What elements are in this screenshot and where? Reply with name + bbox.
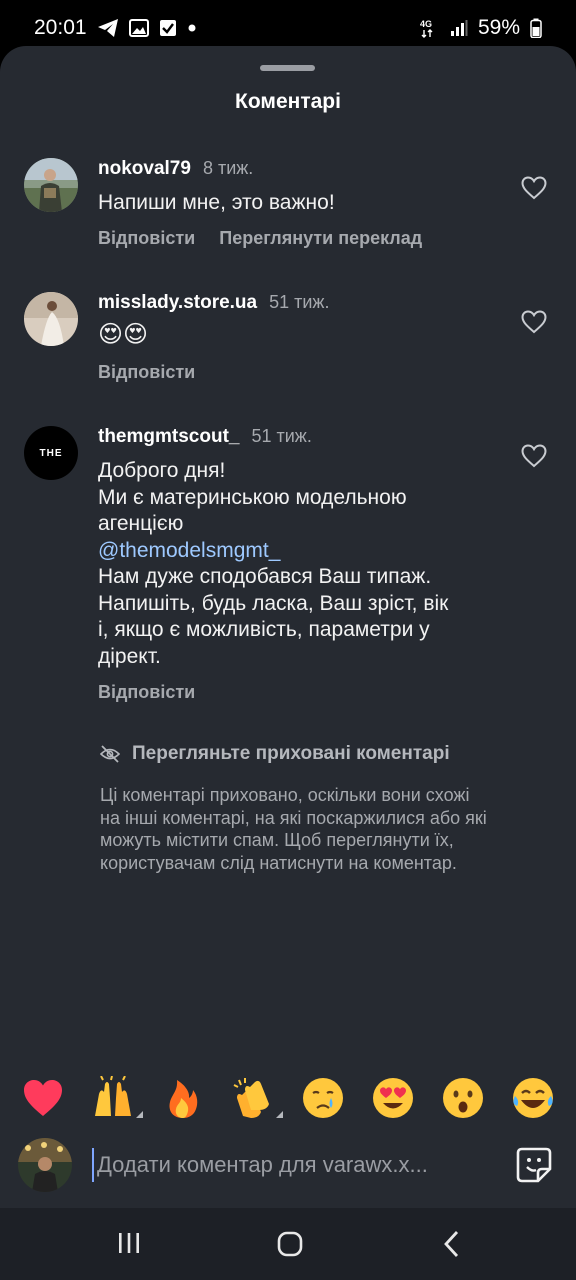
comment-text: Доброго дня! Ми є материнською модельною… bbox=[98, 458, 498, 670]
heart-reaction-icon[interactable] bbox=[21, 1076, 65, 1120]
comment-time: 8 тиж. bbox=[202, 158, 254, 178]
quick-reactions-bar bbox=[0, 1075, 576, 1120]
description-line: Ці коментарі приховано, оскільки вони сх… bbox=[100, 785, 470, 805]
hidden-comments-description: Ці коментарі приховано, оскільки вони сх… bbox=[100, 784, 550, 874]
comment-actions: Відповісти bbox=[98, 362, 195, 383]
laughing-tears-reaction-icon[interactable] bbox=[511, 1076, 555, 1120]
description-line: на інші коментарі, на які поскаржилися а… bbox=[100, 807, 487, 828]
status-time: 20:01 bbox=[34, 16, 87, 39]
avatar[interactable] bbox=[24, 292, 78, 346]
like-heart-icon[interactable] bbox=[521, 444, 547, 468]
comment-username[interactable]: nokoval79 bbox=[98, 158, 191, 180]
hidden-comments-title: Перегляньте приховані коментарі bbox=[132, 743, 450, 764]
my-avatar bbox=[18, 1138, 72, 1192]
battery-icon bbox=[530, 18, 542, 38]
network-icon: 4G bbox=[420, 18, 440, 38]
comment-header: nokoval79 8 тиж. bbox=[98, 158, 253, 180]
status-left: 20:01 bbox=[34, 16, 197, 40]
clapping-hands-reaction-icon[interactable] bbox=[231, 1076, 283, 1120]
comment-actions: Відповісти Переглянути переклад bbox=[98, 228, 422, 249]
comment-line: Ми є материнською модельною bbox=[98, 485, 407, 509]
gallery-icon bbox=[128, 19, 149, 37]
reply-button[interactable]: Відповісти bbox=[98, 362, 195, 383]
comment-line: Напишіть, будь ласка, Ваш зріст, вік bbox=[98, 591, 449, 615]
comments-sheet: Коментарі nokoval79 8 тиж. Напиши мне, э… bbox=[0, 46, 576, 1208]
signal-icon bbox=[450, 19, 468, 37]
like-heart-icon[interactable] bbox=[521, 176, 547, 200]
expand-triangle-icon bbox=[136, 1111, 143, 1118]
like-heart-icon[interactable] bbox=[521, 310, 547, 334]
telegram-icon bbox=[97, 18, 119, 38]
description-line: можуть містити спам. Щоб переглянути їх, bbox=[100, 830, 454, 850]
comment-actions: Відповісти bbox=[98, 682, 195, 703]
comment-username[interactable]: misslady.store.ua bbox=[98, 292, 257, 314]
comment-line: і, якщо є можливість, параметри у bbox=[98, 618, 430, 641]
avatar[interactable]: THE bbox=[24, 426, 78, 480]
expand-triangle-icon bbox=[276, 1111, 283, 1118]
eye-slash-icon bbox=[100, 745, 120, 763]
raised-hands-reaction-icon[interactable] bbox=[91, 1075, 143, 1120]
heart-eyes-reaction-icon[interactable] bbox=[371, 1076, 415, 1120]
back-button[interactable] bbox=[440, 1230, 464, 1263]
comment-text: Напиши мне, это важно! bbox=[98, 190, 498, 217]
system-navigation-bar bbox=[0, 1208, 576, 1280]
home-button[interactable] bbox=[276, 1230, 304, 1263]
avatar[interactable] bbox=[24, 158, 78, 212]
reply-button[interactable]: Відповісти bbox=[98, 228, 195, 249]
recent-apps-button[interactable] bbox=[116, 1230, 142, 1261]
comment-time: 51 тиж. bbox=[269, 292, 330, 312]
comment-username[interactable]: themgmtscout_ bbox=[98, 426, 239, 448]
checkbox-icon bbox=[159, 19, 177, 37]
status-right: 4G 4G 59% bbox=[420, 16, 542, 40]
comment-time: 51 тиж. bbox=[251, 426, 312, 446]
dot-icon bbox=[187, 23, 197, 33]
comment-line: дірект. bbox=[98, 644, 161, 668]
surprised-face-reaction-icon[interactable] bbox=[441, 1076, 485, 1120]
view-hidden-comments-button[interactable]: Перегляньте приховані коментарі bbox=[100, 743, 450, 765]
comment-line: Доброго дня! bbox=[98, 459, 226, 482]
crying-face-reaction-icon[interactable] bbox=[301, 1076, 345, 1120]
comment-line: агенцією bbox=[98, 512, 184, 535]
comment-header: themgmtscout_ 51 тиж. bbox=[98, 426, 312, 448]
avatar-logo-text: THE bbox=[39, 447, 63, 459]
sheet-grabber[interactable] bbox=[260, 65, 315, 71]
comment-emoji: 😍😍 bbox=[98, 321, 149, 348]
sticker-icon[interactable] bbox=[514, 1145, 554, 1185]
fire-reaction-icon[interactable] bbox=[161, 1076, 205, 1120]
comment-composer bbox=[0, 1136, 576, 1196]
comment-header: misslady.store.ua 51 тиж. bbox=[98, 292, 329, 314]
comment-line: Нам дуже сподобався Ваш типаж. bbox=[98, 565, 432, 588]
see-translation-button[interactable]: Переглянути переклад bbox=[219, 228, 422, 249]
mention-link[interactable]: @themodelsmgmt_ bbox=[98, 538, 498, 565]
description-line: користувачам слід натиснути на коментар. bbox=[100, 852, 457, 873]
sheet-title: Коментарі bbox=[235, 90, 341, 113]
reply-button[interactable]: Відповісти bbox=[98, 682, 195, 703]
add-comment-input[interactable] bbox=[92, 1148, 492, 1182]
battery-percent: 59% bbox=[477, 16, 520, 39]
comment-line: Напиши мне, это важно! bbox=[98, 191, 335, 214]
svg-text:4G: 4G bbox=[420, 19, 432, 29]
